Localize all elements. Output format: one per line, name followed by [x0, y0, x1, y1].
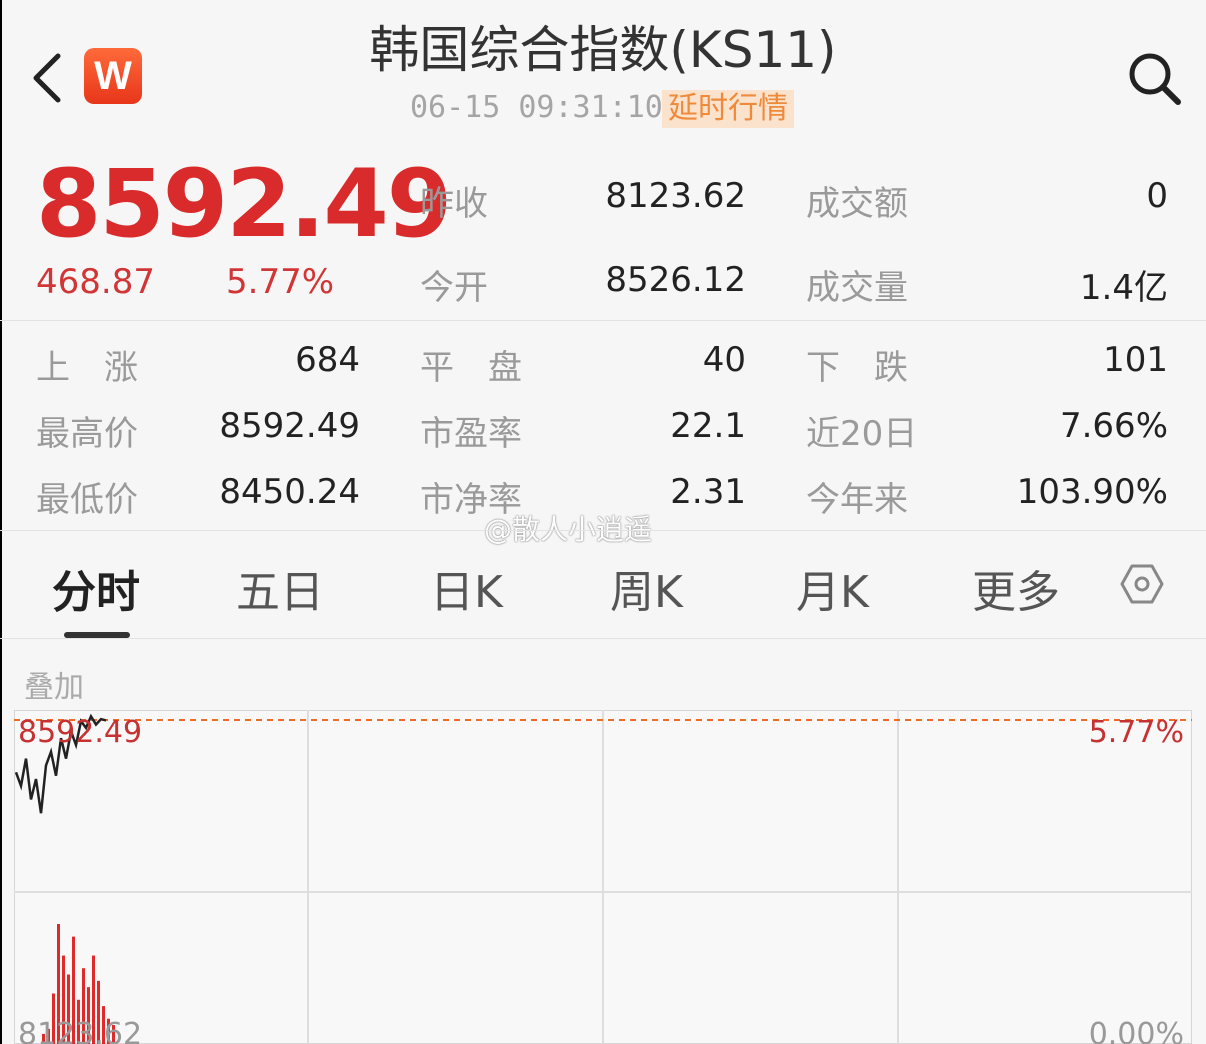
prev-close-value: 8123.62	[605, 176, 746, 216]
pe-label: 市盈率	[420, 414, 522, 454]
decliners-label: 下 跌	[806, 348, 908, 388]
volume-label: 成交量	[806, 268, 908, 308]
high-label: 最高价	[36, 414, 138, 454]
turnover-value: 0	[1146, 176, 1168, 216]
d20-label: 近20日	[806, 414, 918, 454]
tab-daily-k[interactable]: 日K	[430, 556, 503, 620]
bottom-pct-label: 0.00%	[1089, 1017, 1184, 1044]
delay-badge: 延时行情	[662, 90, 794, 128]
bottom-price-label: 8123.62	[18, 1017, 142, 1044]
tab-monthly-k[interactable]: 月K	[796, 556, 869, 620]
ytd-value: 103.90%	[1016, 472, 1168, 512]
low-value: 8450.24	[219, 472, 360, 512]
top-price-label: 8592.49	[18, 715, 142, 750]
top-pct-label: 5.77%	[1089, 715, 1184, 750]
divider	[0, 530, 1206, 531]
turnover-label: 成交额	[806, 184, 908, 224]
ytd-label: 今年来	[806, 480, 908, 520]
current-price: 8592.49	[36, 150, 452, 259]
app-logo[interactable]: W	[84, 48, 142, 104]
timestamp: 06-15 09:31:10	[410, 90, 663, 125]
pb-value: 2.31	[670, 472, 746, 512]
pe-value: 22.1	[670, 406, 746, 446]
watermark: @散人小逍遥	[484, 513, 653, 546]
decliners-value: 101	[1103, 340, 1168, 380]
advancers-value: 684	[295, 340, 360, 380]
tab-five-day[interactable]: 五日	[236, 556, 324, 620]
page-title: 韩国综合指数(KS11)	[369, 21, 837, 79]
open-value: 8526.12	[605, 260, 746, 300]
frame-edge-left	[0, 0, 2, 1044]
prev-close-label: 昨收	[420, 184, 488, 224]
volume-value: 1.4亿	[1079, 268, 1168, 308]
tab-more[interactable]: 更多	[972, 556, 1060, 620]
settings-hexagon-icon[interactable]	[1118, 560, 1166, 608]
low-label: 最低价	[36, 480, 138, 520]
divider	[0, 320, 1206, 321]
high-value: 8592.49	[219, 406, 360, 446]
overlay-button[interactable]: 叠加	[24, 662, 84, 706]
price-change-pct: 5.77%	[226, 262, 335, 302]
tab-weekly-k[interactable]: 周K	[610, 556, 683, 620]
search-icon[interactable]	[1124, 48, 1184, 108]
chevron-left-icon[interactable]	[28, 48, 68, 108]
divider	[0, 638, 1206, 639]
price-change: 468.87	[36, 262, 155, 302]
advancers-label: 上 涨	[36, 348, 138, 388]
open-label: 今开	[420, 268, 488, 308]
unchanged-label: 平 盘	[420, 348, 522, 388]
d20-value: 7.66%	[1059, 406, 1168, 446]
unchanged-value: 40	[702, 340, 746, 380]
intraday-chart[interactable]: 8592.49 5.77% 8123.62 0.00%	[14, 710, 1192, 1044]
tab-intraday[interactable]: 分时	[52, 556, 140, 620]
